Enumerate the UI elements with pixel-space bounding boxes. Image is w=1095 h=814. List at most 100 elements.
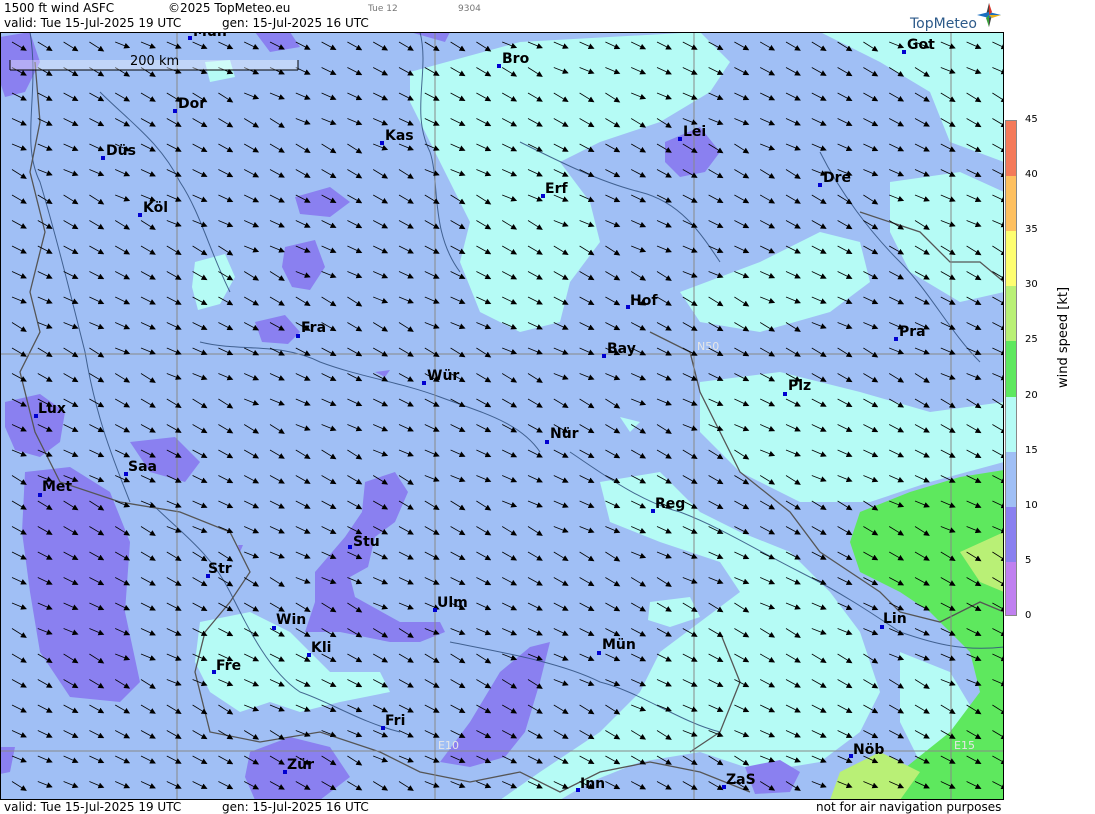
city-win: Win	[272, 612, 306, 630]
legend-tick-label: 30	[1025, 279, 1038, 291]
brand-name: TopMeteo	[910, 16, 977, 32]
city-marker	[296, 334, 300, 338]
city-mun: Mün	[597, 637, 636, 655]
city-label: Hof	[630, 293, 658, 309]
city-marker	[818, 183, 822, 187]
city-marker	[348, 545, 352, 549]
city-marker	[783, 392, 787, 396]
city-label: Zür	[287, 757, 314, 773]
city-label: Bro	[502, 51, 530, 67]
city-label: Kli	[311, 640, 331, 656]
city-label: Met	[42, 479, 72, 495]
legend-tick-label: 20	[1025, 389, 1038, 401]
city-str: Str	[206, 561, 232, 578]
city-marker	[678, 137, 682, 141]
city-marker	[173, 109, 177, 113]
city-label: Str	[208, 561, 232, 577]
city-got: Got	[902, 37, 935, 54]
city-mun-north: Mün	[188, 32, 227, 40]
city-label: Saa	[128, 459, 157, 475]
city-label: Got	[907, 37, 935, 53]
legend-title: wind speed [kt]	[1056, 286, 1071, 388]
legend-band	[1006, 121, 1016, 177]
lon-label-e15: E15	[954, 739, 975, 752]
city-label: Plz	[788, 378, 811, 394]
scale-bar-label: 200 km	[130, 54, 179, 69]
legend-band	[1006, 396, 1016, 452]
city-label: Mün	[602, 637, 636, 653]
city-hof: Hof	[626, 293, 658, 309]
city-kol: Köl	[138, 200, 168, 217]
city-marker	[138, 213, 142, 217]
legend-band	[1006, 451, 1016, 507]
legend-band	[1006, 506, 1016, 562]
city-erf: Erf	[541, 181, 568, 198]
city-marker	[380, 141, 384, 145]
copyright: ©2025 TopMeteo.eu	[168, 1, 291, 15]
footer-valid-time: valid: Tue 15-Jul-2025 19 UTC	[4, 800, 182, 814]
city-marker	[602, 354, 606, 358]
disclaimer: not for air navigation purposes	[816, 800, 1002, 814]
product-title: 1500 ft wind ASFC	[4, 1, 115, 15]
city-met: Met	[38, 479, 72, 497]
city-label: Reg	[655, 496, 685, 512]
city-zas: ZaS	[722, 772, 756, 789]
city-marker	[101, 156, 105, 160]
city-label: Kas	[385, 128, 414, 144]
city-inn: Inn	[576, 776, 605, 792]
city-kli: Kli	[307, 640, 331, 657]
legend-tick-label: 15	[1025, 444, 1038, 456]
city-nur: Nür	[545, 426, 579, 444]
footer-generated-time: gen: 15-Jul-2025 16 UTC	[222, 800, 369, 814]
city-reg: Reg	[651, 496, 685, 513]
city-marker	[545, 440, 549, 444]
legend-tick-label: 35	[1025, 224, 1038, 236]
city-fri: Fri	[381, 713, 405, 730]
legend-tick-label: 0	[1025, 610, 1032, 621]
legend-tick-label: 45	[1025, 114, 1038, 125]
legend-band	[1006, 231, 1016, 287]
city-label: Stu	[353, 534, 380, 550]
city-marker	[894, 337, 898, 341]
city-label: Bay	[607, 341, 636, 357]
city-label: Fri	[385, 713, 405, 729]
city-label: Nür	[550, 426, 579, 442]
lon-label-e10: E10	[438, 739, 459, 752]
legend-colorbar	[1005, 120, 1017, 616]
city-fre: Fre	[212, 658, 241, 674]
city-label: Düs	[106, 143, 136, 159]
city-label: Nöb	[853, 742, 884, 758]
city-label: Lin	[883, 611, 907, 627]
city-dor: Dor	[173, 96, 206, 113]
city-bay: Bay	[602, 341, 636, 358]
city-dre: Dre	[818, 170, 851, 187]
legend-band	[1006, 176, 1016, 232]
city-fra: Fra	[296, 320, 326, 338]
city-label: Mün	[193, 32, 227, 40]
city-marker	[497, 64, 501, 68]
city-zur: Zür	[283, 757, 314, 774]
city-bro: Bro	[497, 51, 530, 68]
issue-tag: Tue 12	[368, 4, 398, 14]
city-ulm: Ulm	[433, 595, 468, 612]
city-lux: Lux	[34, 401, 66, 418]
legend-tick-label: 40	[1025, 169, 1038, 181]
city-label: Dor	[178, 96, 206, 112]
city-plz: Plz	[783, 378, 811, 396]
compass-logo	[977, 3, 1001, 27]
city-label: Win	[276, 612, 306, 628]
valid-time: valid: Tue 15-Jul-2025 19 UTC	[4, 16, 182, 30]
city-marker	[422, 381, 426, 385]
city-saa: Saa	[124, 459, 157, 476]
city-pra: Pra	[894, 324, 926, 341]
city-marker	[597, 651, 601, 655]
lat-label-n50: N50	[697, 340, 719, 353]
city-label: Fra	[301, 320, 326, 336]
legend-band	[1006, 561, 1016, 615]
legend-tick-label: 10	[1025, 499, 1038, 511]
city-label: Lei	[683, 124, 706, 140]
legend-band	[1006, 341, 1016, 397]
city-label: ZaS	[726, 772, 756, 788]
city-nob: Nöb	[849, 742, 884, 758]
city-label: Inn	[580, 776, 605, 792]
